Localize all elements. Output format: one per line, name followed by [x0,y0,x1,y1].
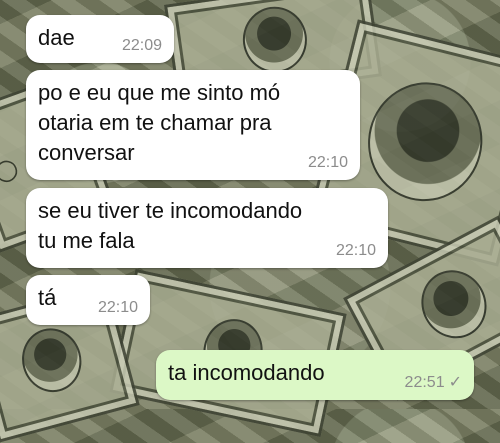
message-timestamp: 22:10 [307,154,348,171]
bill-denomination-mark: ○ [0,149,23,189]
message-bubble-incoming[interactable]: se eu tiver te incomodando tu me fala 22… [26,188,388,268]
message-timestamp: 22:51 [404,374,445,391]
message-text: po e eu que me sinto mó otaria em te cha… [38,80,281,165]
message-timestamp: 22:09 [121,37,162,54]
message-bubble-incoming[interactable]: tá 22:10 [26,275,150,325]
message-bubble-incoming[interactable]: po e eu que me sinto mó otaria em te cha… [26,70,360,180]
bill-portrait-icon [14,321,89,399]
bill-portrait-icon [409,258,499,350]
message-bubble-outgoing[interactable]: ta incomodando 22:51 ✓ [156,350,474,400]
message-timestamp: 22:10 [335,242,376,259]
bill-portrait-icon [238,2,312,77]
message-text: se eu tiver te incomodando tu me fala [38,198,303,253]
message-timestamp-with-status: 22:51 ✓ [405,374,462,392]
message-bubble-incoming[interactable]: dae 22:09 [26,15,174,63]
single-check-icon: ✓ [448,374,462,391]
message-timestamp: 22:10 [97,299,138,316]
